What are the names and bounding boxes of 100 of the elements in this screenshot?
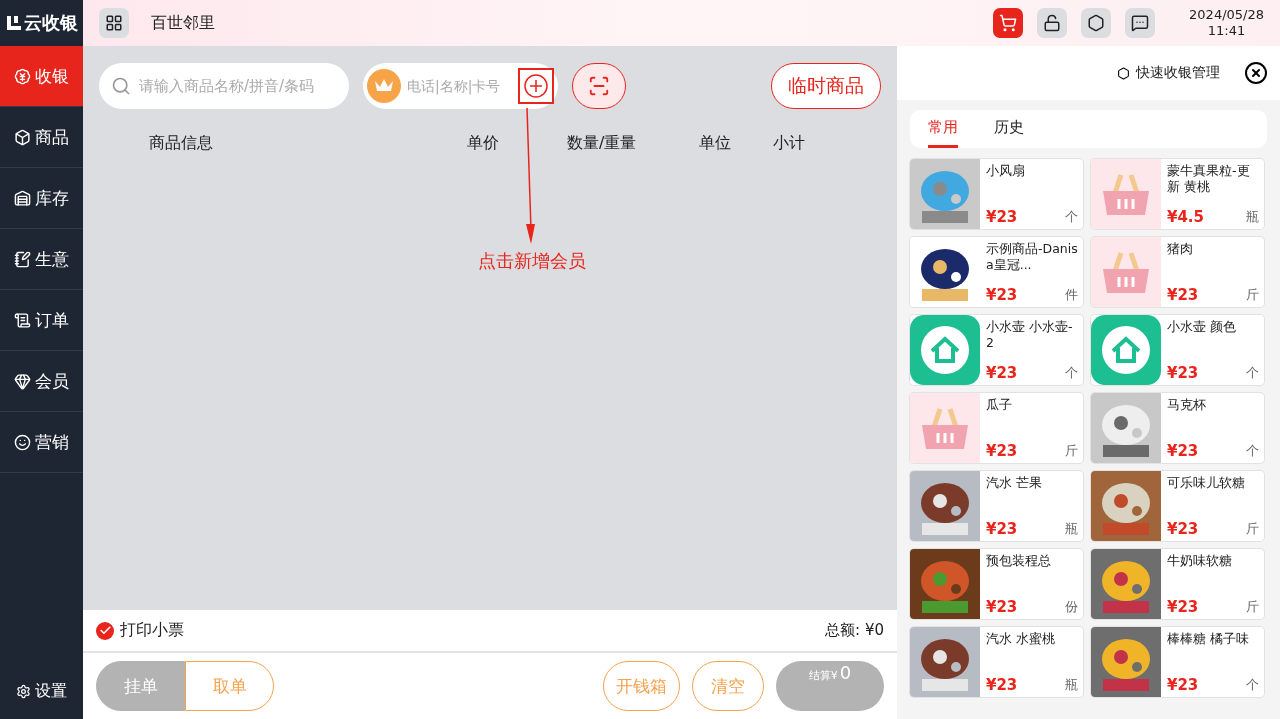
product-unit: 斤 [1246,598,1259,616]
column-header: 数量/重量 [567,133,638,154]
tab[interactable]: 常用 [928,110,958,148]
sidebar-item[interactable]: 商品 [0,107,83,168]
sidebar-item[interactable]: 会员 [0,351,83,412]
checkbox[interactable] [96,621,114,640]
product-card[interactable]: 小风扇 ¥23 个 [910,159,1083,229]
product-card[interactable]: 小水壶 小水壶-2 ¥23 个 [910,315,1083,385]
product-name: 小水壶 颜色 [1167,319,1237,335]
receipt-icon [14,311,31,329]
add-member-button[interactable] [518,68,554,104]
hexagon-button[interactable] [1081,8,1112,38]
app-name: 云收银 [23,11,78,35]
product-unit: 斤 [1065,442,1078,460]
settings-item[interactable]: 设置 [0,663,83,719]
product-name: 猪肉 [1167,241,1194,257]
product-price: ¥23 [1167,520,1199,538]
product-price: ¥23 [1167,286,1199,304]
product-unit: 斤 [1246,286,1259,304]
hexagon-icon [1117,66,1130,80]
unlock-icon [1043,14,1062,32]
product-unit: 个 [1246,676,1259,694]
yen-icon [14,67,31,85]
store-name: 百世邻里 [151,12,215,34]
check-icon [98,624,112,637]
product-card[interactable]: 可乐味儿软糖 ¥23 斤 [1091,471,1264,541]
smile-icon [14,433,31,451]
chat-button[interactable] [1125,8,1156,38]
column-header: 单价 [467,133,500,154]
product-card[interactable]: 马克杯 ¥23 个 [1091,393,1264,463]
product-unit: 个 [1246,442,1259,460]
basket-icon [910,393,980,463]
sidebar-item[interactable]: 收银 [0,46,83,107]
product-price: ¥23 [986,676,1018,694]
total-amount: 总额: ¥0 [825,621,884,640]
product-price: ¥23 [1167,598,1199,616]
product-name: 小水壶 小水壶-2 [986,319,1074,351]
product-unit: 个 [1065,208,1078,226]
product-name: 小风扇 [986,163,1026,179]
product-price: ¥4.5 [1167,208,1204,226]
column-header: 单位 [699,133,732,154]
basket-icon [1091,159,1161,229]
column-header: 小计 [773,133,806,154]
product-unit: 瓶 [1065,520,1078,538]
product-card[interactable]: 猪肉 ¥23 斤 [1091,237,1264,307]
product-name: 示例商品-Danisa皇冠... [986,241,1078,273]
product-unit: 份 [1065,598,1078,616]
basket-icon [1091,237,1161,307]
unlock-button[interactable] [1037,8,1068,38]
product-unit: 瓶 [1246,208,1259,226]
product-name: 预包装程总 [986,553,1052,569]
product-name: 棒棒糖 橘子味 [1167,631,1250,647]
notebook-icon [14,250,31,268]
search-field[interactable]: 请输入商品名称/拼音/条码 [99,63,349,109]
tab[interactable]: 历史 [994,110,1024,148]
plus-icon [523,73,549,99]
product-card[interactable]: 牛奶味软糖 ¥23 斤 [1091,549,1264,619]
box-icon [14,128,31,146]
product-price: ¥23 [986,520,1018,538]
menu-button[interactable] [99,8,129,38]
product-card[interactable]: 汽水 水蜜桃 ¥23 瓶 [910,627,1083,697]
product-card[interactable]: 棒棒糖 橘子味 ¥23 个 [1091,627,1264,697]
product-card[interactable]: 汽水 芒果 ¥23 瓶 [910,471,1083,541]
warehouse-icon [14,189,31,207]
sidebar-item[interactable]: 营销 [0,412,83,473]
column-header: 商品信息 [149,133,214,154]
product-name: 可乐味儿软糖 [1167,475,1246,491]
product-name: 马克杯 [1167,397,1207,413]
cart-button[interactable] [993,8,1024,38]
product-unit: 个 [1065,364,1078,382]
annotation-text: 点击新增会员 [478,249,586,273]
sidebar-item[interactable]: 订单 [0,290,83,351]
product-card[interactable]: 蒙牛真果粒-更新 黄桃 ¥4.5 瓶 [1091,159,1264,229]
grid-icon [105,14,123,32]
date-time: 2024/05/28 11:41 [1189,7,1264,39]
sidebar-item[interactable]: 生意 [0,229,83,290]
temp-goods-button[interactable]: 临时商品 [771,63,881,109]
product-card[interactable]: 小水壶 颜色 ¥23 个 [1091,315,1264,385]
product-card[interactable]: 预包装程总 ¥23 份 [910,549,1083,619]
settings-icon [16,683,31,699]
product-unit: 斤 [1246,520,1259,538]
product-price: ¥23 [986,598,1018,616]
product-name: 汽水 水蜜桃 [986,631,1056,647]
product-card[interactable]: 示例商品-Danisa皇冠... ¥23 件 [910,237,1083,307]
scan-button[interactable] [572,63,626,109]
quick-cashier-settings-link[interactable]: 快速收银管理 [1136,64,1220,82]
product-price: ¥23 [986,442,1018,460]
sidebar-item[interactable]: 库存 [0,168,83,229]
scan-icon [588,75,610,97]
diamond-icon [14,372,31,390]
chat-icon [1131,14,1150,32]
close-icon[interactable] [1244,61,1268,85]
product-price: ¥23 [1167,442,1199,460]
product-price: ¥23 [986,286,1018,304]
cart-icon [999,14,1018,32]
product-card[interactable]: 瓜子 ¥23 斤 [910,393,1083,463]
product-price: ¥23 [1167,676,1199,694]
product-price: ¥23 [986,364,1018,382]
hexagon-icon [1087,14,1106,32]
logo-icon [5,15,22,31]
